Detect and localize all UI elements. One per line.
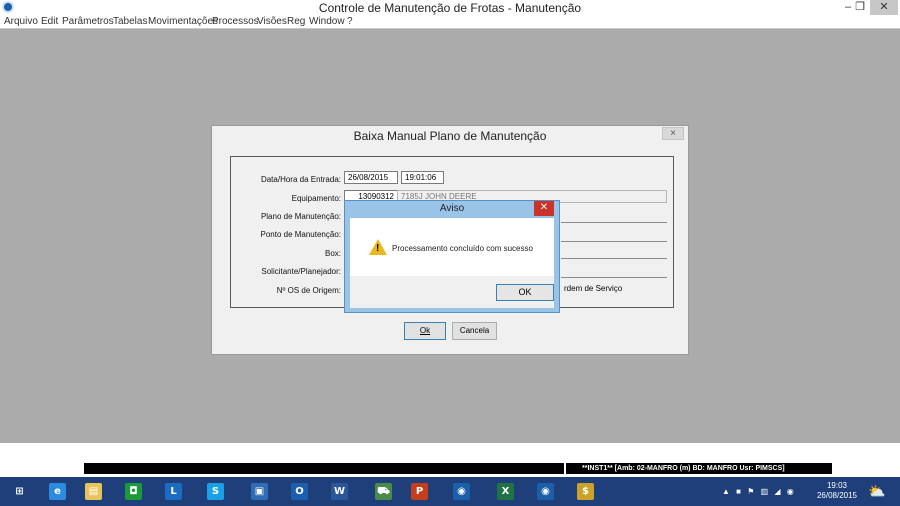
menu-item-tabelas[interactable]: Tabelas [113,16,147,27]
aviso-ok-button[interactable]: OK [496,284,554,301]
status-bar-left [84,463,564,474]
solicitante-label: Solicitante/Planejador: [261,267,341,276]
ok-label: Ok [419,326,431,335]
taskbar-lync-button[interactable]: L [156,479,190,504]
ponto-field-line [561,241,667,242]
taskbar-money-app-button[interactable]: $ [568,479,602,504]
menu-item-parametros[interactable]: Parâmetros [62,16,114,27]
window-titlebar: Controle de Manutenção de Frotas - Manut… [0,0,900,15]
taskbar-app-circle-2-button[interactable]: ◉ [528,479,562,504]
excel-icon: X [497,483,514,500]
taskbar-word-button[interactable]: W [322,479,356,504]
status-bar-right: **INST1** [Amb: 02-MANFRO (m) BD: MANFRO… [566,463,832,474]
ponto-manutencao-label: Ponto de Manutenção: [260,230,341,239]
system-tray-icons[interactable]: ▲ ■ ⚑ ▥ ◢ ◉ [722,477,796,506]
menu-item-edit[interactable]: Edit [41,16,58,27]
plano-field-line [561,222,667,223]
aviso-dialog: Aviso ✕ ! Processamento concluído com su… [344,200,560,313]
plano-manutencao-label: Plano de Manutenção: [260,212,341,221]
solicitante-field-line [561,277,667,278]
menu-item-movimentacoes[interactable]: Movimentações [148,16,218,27]
word-icon: W [331,483,348,500]
box-field-line [561,258,667,259]
taskbar-app-circle-1-button[interactable]: ◉ [444,479,478,504]
lync-icon: L [165,483,182,500]
aviso-body: ! Processamento concluído com sucesso [350,218,554,276]
powerpoint-icon: P [411,483,428,500]
equipamento-label: Equipamento: [291,194,341,203]
menu-item-reg[interactable]: Reg [287,16,305,27]
ok-button[interactable]: Ok [404,322,446,340]
os-origem-label: Nº OS de Origem: [276,286,341,295]
box-label: Box: [324,249,341,258]
dialog-title: Baixa Manual Plano de Manutenção [353,129,547,143]
aviso-close-button[interactable]: ✕ [534,201,554,216]
cancela-button[interactable]: Cancela [452,322,497,340]
menu-item-arquivo[interactable]: Arquivo [4,16,38,27]
remote-desktop-icon: ▣ [251,483,268,500]
file-explorer-icon: ▤ [85,483,102,500]
skype-icon: S [207,483,224,500]
money-app-icon: $ [577,483,594,500]
app-circle-2-icon: ◉ [537,483,554,500]
weather-icon[interactable]: ⛅ [868,477,885,506]
store-icon: ◘ [125,483,142,500]
taskbar-internet-explorer-button[interactable]: e [40,479,74,504]
taskbar-store-button[interactable]: ◘ [116,479,150,504]
menu-item-processos[interactable]: Processos [212,16,259,27]
app-circle-1-icon: ◉ [453,483,470,500]
taskbar-clock[interactable]: 19:03 26/08/2015 [814,481,860,501]
time-field[interactable]: 19:01:06 [401,171,444,184]
menu-item-visoes[interactable]: Visões [257,16,287,27]
taskbar-remote-desktop-button[interactable]: ▣ [242,479,276,504]
dialog-close-button[interactable]: × [662,127,684,140]
menu-item-help[interactable]: ? [347,16,353,27]
taskbar-file-explorer-button[interactable]: ▤ [76,479,110,504]
ordem-servico-text: rdem de Serviço [564,284,623,293]
internet-explorer-icon: e [49,483,66,500]
taskbar: ⊞ e ▤ ◘ L S ▣ O W ⛟ P ◉ X ◉ $ ▲ ■ ⚑ ▥ ◢ ◉ 19:03 26/08/… [0,477,900,506]
data-hora-label: Data/Hora da Entrada: [260,175,341,184]
clock-time: 19:03 [826,481,848,490]
menu-bar: Arquivo Edit Parâmetros Tabelas Moviment… [0,15,900,29]
aviso-footer: OK [350,276,554,308]
menu-item-window[interactable]: Window [309,16,345,27]
taskbar-start-button[interactable]: ⊞ [2,479,36,504]
clock-date: 26/08/2015 [816,491,858,500]
taskbar-outlook-button[interactable]: O [282,479,316,504]
taskbar-powerpoint-button[interactable]: P [402,479,436,504]
close-button[interactable]: ✕ [870,0,898,15]
truck-app-icon: ⛟ [375,483,392,500]
start-icon: ⊞ [11,483,28,500]
aviso-message: Processamento concluído com sucesso [392,244,533,253]
taskbar-excel-button[interactable]: X [488,479,522,504]
aviso-title: Aviso [439,203,465,214]
cancela-label: Cancela [459,326,490,335]
warning-icon-mark: ! [376,243,380,254]
date-field[interactable]: 26/08/2015 [344,171,398,184]
window-title: Controle de Manutenção de Frotas - Manut… [318,1,582,15]
outlook-icon: O [291,483,308,500]
taskbar-truck-app-button[interactable]: ⛟ [366,479,400,504]
taskbar-skype-button[interactable]: S [198,479,232,504]
